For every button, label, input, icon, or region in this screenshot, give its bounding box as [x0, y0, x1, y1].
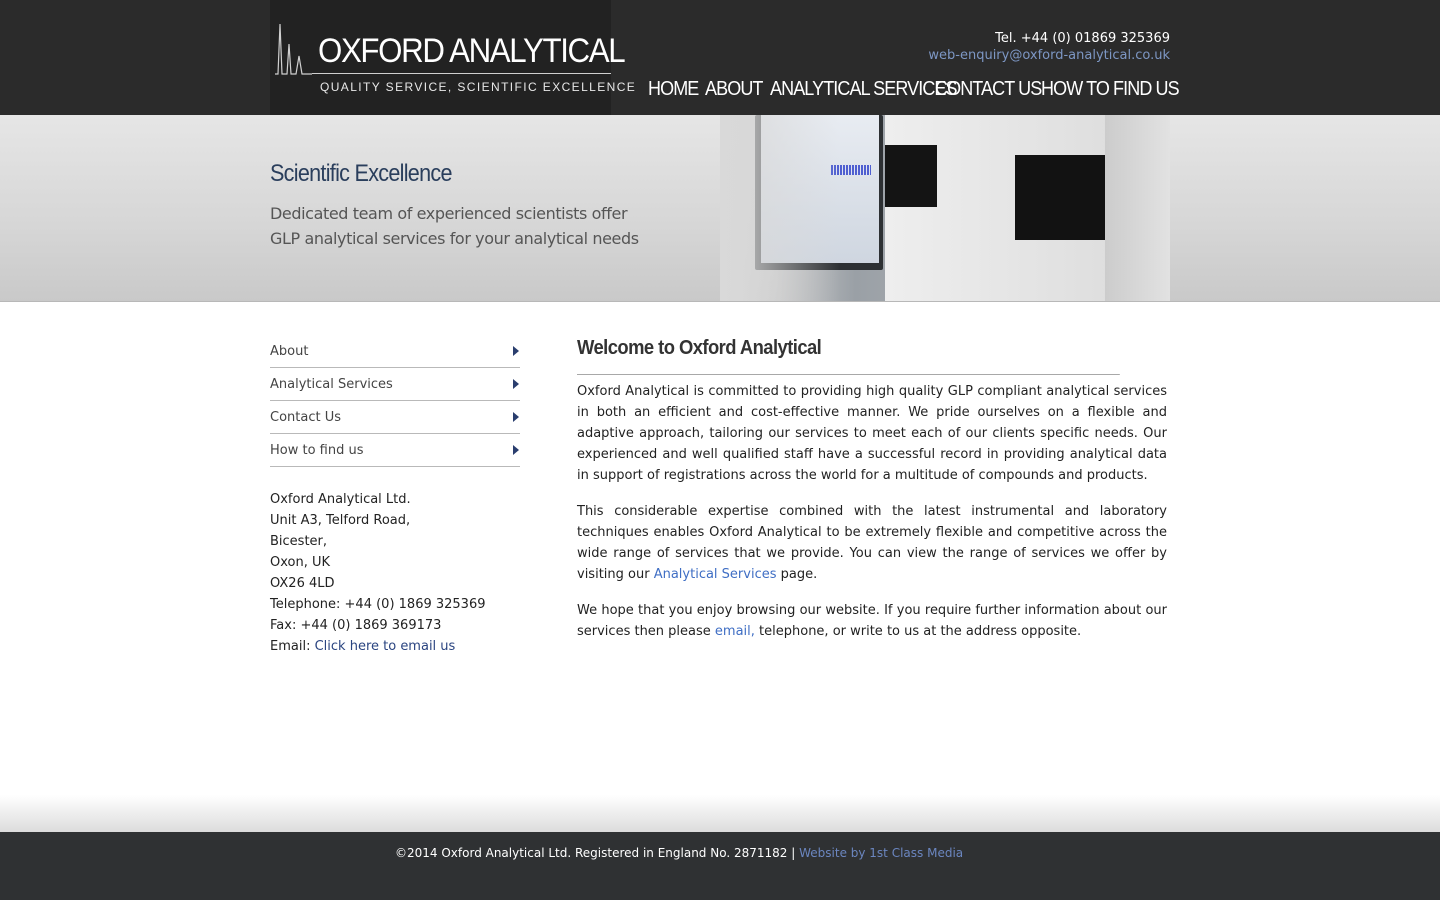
hero-banner — [0, 115, 1440, 302]
arrow-right-icon — [513, 379, 519, 389]
nav-how-to-find-us[interactable]: HOW TO FIND US — [1041, 78, 1180, 101]
page-title: Welcome to Oxford Analytical — [577, 335, 1120, 375]
address-postcode: OX26 4LD — [270, 576, 335, 591]
main-content: Welcome to Oxford Analytical Oxford Anal… — [577, 335, 1167, 642]
arrow-right-icon — [513, 445, 519, 455]
address-email-row: Email: Click here to email us — [270, 636, 530, 657]
site-footer — [0, 832, 1440, 900]
sidebar-item-analytical-services[interactable]: Analytical Services — [270, 368, 520, 401]
sidebar-item-label: Analytical Services — [270, 376, 393, 392]
footer-text: ©2014 Oxford Analytical Ltd. Registered … — [395, 846, 963, 860]
banner-title: Scientific Excellence — [270, 160, 452, 187]
address-county: Oxon, UK — [270, 555, 331, 570]
address-fax: Fax: +44 (0) 1869 369173 — [270, 618, 442, 633]
banner-line-1: Dedicated team of experienced scientists… — [270, 204, 628, 223]
header-telephone: Tel. +44 (0) 01869 325369 — [995, 31, 1170, 46]
banner-text: Dedicated team of experienced scientists… — [270, 201, 690, 251]
site-logo[interactable]: OXFORD ANALYTICAL QUALITY SERVICE, SCIEN… — [270, 0, 635, 115]
logo-tagline: QUALITY SERVICE, SCIENTIFIC EXCELLENCE — [320, 80, 637, 94]
address-company: Oxford Analytical Ltd. — [270, 492, 411, 507]
hplc-instrument-graphic — [885, 115, 1170, 301]
logo-name: OXFORD ANALYTICAL — [318, 32, 626, 70]
address-town: Bicester, — [270, 534, 328, 549]
sidebar-item-label: About — [270, 343, 309, 359]
address-street: Unit A3, Telford Road, — [270, 513, 411, 528]
intro-paragraph: Oxford Analytical is committed to provid… — [577, 384, 1167, 483]
logo-divider — [312, 73, 611, 74]
nav-contact-us[interactable]: CONTACT US — [935, 78, 1042, 101]
website-credit-link[interactable]: Website by 1st Class Media — [799, 846, 963, 860]
sidebar-item-how-to-find-us[interactable]: How to find us — [270, 434, 520, 467]
nav-home[interactable]: HOME — [648, 78, 699, 101]
contact-paragraph: We hope that you enjoy browsing our webs… — [577, 603, 1167, 639]
sidebar-item-label: How to find us — [270, 442, 364, 458]
analytical-services-link[interactable]: Analytical Services — [654, 567, 777, 582]
nav-analytical-services[interactable]: ANALYTICAL SERVICES — [770, 78, 958, 101]
sidebar-item-contact-us[interactable]: Contact Us — [270, 401, 520, 434]
email-us-link[interactable]: Click here to email us — [315, 639, 456, 654]
expertise-paragraph: This considerable expertise combined wit… — [577, 504, 1167, 582]
arrow-right-icon — [513, 346, 519, 356]
arrow-right-icon — [513, 412, 519, 422]
sidebar-item-about[interactable]: About — [270, 335, 520, 368]
nav-about[interactable]: ABOUT — [705, 78, 764, 101]
email-link[interactable]: email, — [715, 624, 755, 639]
address-email-label: Email: — [270, 639, 311, 654]
sidebar-item-label: Contact Us — [270, 409, 341, 425]
company-address: Oxford Analytical Ltd. Unit A3, Telford … — [270, 489, 530, 657]
address-telephone: Telephone: +44 (0) 1869 325369 — [270, 597, 486, 612]
chromatogram-peaks-icon — [275, 23, 312, 75]
site-header: OXFORD ANALYTICAL QUALITY SERVICE, SCIEN… — [0, 0, 1440, 115]
main-navigation: HOME ABOUT ANALYTICAL SERVICES CONTACT U… — [648, 78, 1180, 101]
banner-line-2: GLP analytical services for your analyti… — [270, 229, 639, 248]
sidebar-menu: About Analytical Services Contact Us How… — [270, 335, 520, 467]
header-email-link[interactable]: web-enquiry@oxford-analytical.co.uk — [928, 48, 1170, 63]
copyright-text: ©2014 Oxford Analytical Ltd. Registered … — [395, 846, 796, 860]
